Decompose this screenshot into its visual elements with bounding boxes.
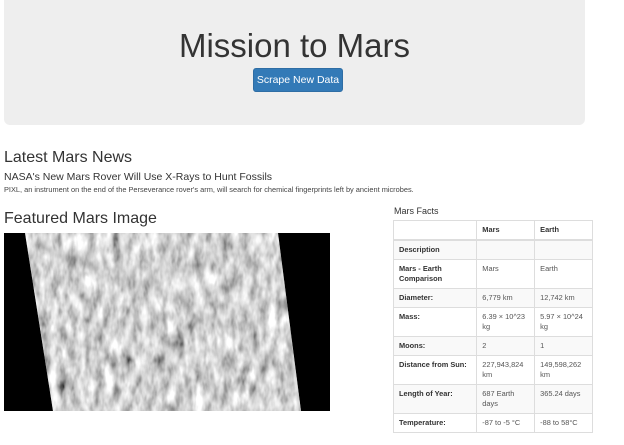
fact-earth-value: Earth <box>534 259 593 289</box>
table-row: Moons: 2 1 <box>392 336 593 356</box>
table-row: Mars - Earth Comparison Mars Earth <box>392 259 593 289</box>
latest-news-heading: Latest Mars News <box>4 149 133 166</box>
jumbotron: Mission to Mars Scrape New Data <box>4 0 585 125</box>
fact-label: Diameter: <box>392 288 478 308</box>
fact-earth-value: 1 <box>534 336 593 356</box>
fact-earth-value: 149,598,262 km <box>534 355 593 385</box>
facts-column-header <box>392 220 478 241</box>
fact-label: Mass: <box>392 307 478 337</box>
table-row: Temperature: -87 to -5 °C -88 to 58°C <box>392 413 593 433</box>
table-row: Mass: 6.39 × 10^23 kg 5.97 × 10^24 kg <box>392 307 593 337</box>
facts-header-row: Mars Earth <box>392 220 593 241</box>
fact-label: Moons: <box>392 336 478 356</box>
fact-label: Mars - Earth Comparison <box>392 259 478 289</box>
fact-earth-value: -88 to 58°C <box>534 413 593 433</box>
facts-column-header: Earth <box>534 220 593 241</box>
fact-label: Length of Year: <box>392 384 478 414</box>
fact-mars-value: 687 Earth days <box>476 384 536 414</box>
fact-mars-value: Mars <box>476 259 536 289</box>
page-title: Mission to Mars <box>178 27 411 64</box>
fact-earth-value <box>534 239 593 260</box>
table-row: Length of Year: 687 Earth days 365.24 da… <box>392 384 593 414</box>
table-row: Description <box>392 239 593 260</box>
scrape-new-data-button[interactable]: Scrape New Data <box>253 68 343 92</box>
table-row: Distance from Sun: 227,943,824 km 149,59… <box>392 355 593 385</box>
mars-facts-table: Mars Earth Description Mars - Earth Comp… <box>392 220 593 433</box>
fact-mars-value: 6.39 × 10^23 kg <box>476 307 536 337</box>
fact-mars-value <box>476 239 536 260</box>
fact-mars-value: 227,943,824 km <box>476 355 536 385</box>
fact-label: Distance from Sun: <box>392 355 478 385</box>
fact-label: Description <box>392 239 478 260</box>
fact-earth-value: 365.24 days <box>534 384 593 414</box>
table-row: Diameter: 6,779 km 12,742 km <box>392 288 593 308</box>
fact-earth-value: 5.97 × 10^24 kg <box>534 307 593 337</box>
fact-mars-value: 6,779 km <box>476 288 536 308</box>
fact-earth-value: 12,742 km <box>534 288 593 308</box>
mars-dunes-image <box>4 233 330 411</box>
featured-image-heading: Featured Mars Image <box>4 210 157 227</box>
mars-facts-heading: Mars Facts <box>394 206 439 216</box>
fact-mars-value: 2 <box>476 336 536 356</box>
news-paragraph: PIXL, an instrument on the end of the Pe… <box>4 185 414 194</box>
facts-column-header: Mars <box>476 220 536 241</box>
news-title: NASA's New Mars Rover Will Use X-Rays to… <box>4 171 273 183</box>
featured-mars-image[interactable] <box>4 233 330 411</box>
fact-label: Temperature: <box>392 413 478 433</box>
fact-mars-value: -87 to -5 °C <box>476 413 536 433</box>
